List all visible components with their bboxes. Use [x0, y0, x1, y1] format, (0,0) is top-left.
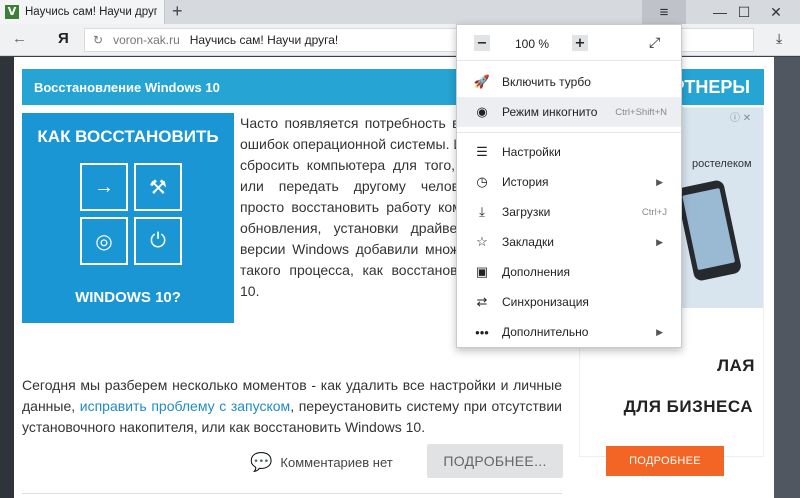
ad-headline: ЛАЯ	[717, 356, 755, 375]
comments-icon: 💬	[250, 452, 273, 472]
download-icon: ⤓	[479, 204, 485, 219]
background-right	[774, 57, 800, 498]
downloads-shortcut: Ctrl+J	[641, 206, 667, 218]
chevron-right-icon: ▶	[656, 176, 663, 187]
read-more-button[interactable]: ПОДРОБНЕЕ...	[427, 444, 563, 478]
zoom-controls: − 100 % + ⤢	[457, 25, 681, 61]
menu-separator	[457, 132, 681, 133]
menu-item-more[interactable]: ••• Дополнительно ▶	[457, 317, 681, 347]
back-button[interactable]: ←	[12, 30, 27, 47]
rocket-icon: 🚀	[473, 74, 491, 89]
chevron-right-icon: ▶	[656, 236, 663, 247]
menu-item-settings[interactable]: ☰ Настройки	[457, 137, 681, 167]
star-icon: ☆	[476, 234, 488, 249]
mask-icon: ◉	[476, 104, 488, 119]
more-icon: •••	[475, 324, 489, 340]
refresh-icon[interactable]: ↻	[93, 33, 103, 47]
site-favicon-icon: V	[5, 5, 19, 19]
menu-item-sync[interactable]: ⇄ Синхронизация	[457, 287, 681, 317]
fullscreen-icon[interactable]: ⤢	[649, 34, 660, 51]
chevron-right-icon: ▶	[656, 326, 663, 337]
menu-item-incognito[interactable]: ◉ Режим инкогнито Ctrl+Shift+N	[457, 97, 681, 127]
sync-icon: ⇄	[476, 294, 488, 309]
downloads-button[interactable]: ⤓	[776, 30, 782, 47]
ad-brand: ростелеком	[692, 158, 752, 170]
zoom-level: 100 %	[514, 37, 550, 51]
ad-subheadline: ДЛЯ БИЗНЕСА	[623, 397, 753, 416]
post-divider	[22, 493, 562, 494]
menu-item-extensions[interactable]: ▣ Дополнения	[457, 257, 681, 287]
settings-icon: ☰	[476, 144, 488, 159]
tab-active[interactable]: V Научись сам! Научи друга	[0, 0, 165, 24]
menu-item-history[interactable]: ◷ История ▶	[457, 167, 681, 197]
tab-title: Научись сам! Научи друга	[25, 6, 157, 18]
fix-startup-link[interactable]: исправить проблему с запуском	[80, 398, 290, 414]
close-icon: ✕	[770, 3, 782, 20]
extensions-icon: ▣	[475, 264, 489, 279]
ad-info-icon[interactable]: ⓘ ✕	[730, 109, 751, 124]
close-window-button[interactable]: ✕	[754, 0, 798, 24]
yandex-logo[interactable]: Я	[58, 30, 69, 47]
phone-icon	[675, 179, 743, 282]
menu-item-turbo[interactable]: 🚀 Включить турбо	[457, 67, 681, 97]
zoom-out-button[interactable]: −	[474, 35, 490, 51]
clock-icon: ◷	[476, 174, 488, 189]
hamburger-icon: ≡	[659, 3, 669, 21]
incognito-shortcut: Ctrl+Shift+N	[615, 106, 667, 118]
zoom-in-button[interactable]: +	[572, 35, 588, 51]
comments-count[interactable]: 💬 Комментариев нет	[250, 452, 393, 473]
background-left	[0, 57, 14, 498]
browser-menu-button[interactable]: ≡	[642, 0, 686, 24]
menu-item-downloads[interactable]: ⤓ Загрузки Ctrl+J	[457, 197, 681, 227]
ad-more-button[interactable]: ПОДРОБНЕЕ	[606, 446, 724, 476]
new-tab-button[interactable]: +	[172, 1, 183, 21]
url-domain: voron-xak.ru	[113, 33, 180, 47]
title-bar: V Научись сам! Научи друга + ≡ — ☐ ✕	[0, 0, 800, 24]
maximize-icon: ☐	[737, 3, 751, 20]
menu-item-bookmarks[interactable]: ☆ Закладки ▶	[457, 227, 681, 257]
url-page-title: Научись сам! Научи друга!	[189, 33, 339, 47]
comments-label: Комментариев нет	[280, 455, 393, 470]
browser-menu: − 100 % + ⤢ 🚀 Включить турбо ◉ Режим инк…	[456, 24, 682, 348]
post-paragraph-2: Сегодня мы разберем несколько моментов -…	[22, 377, 563, 435]
